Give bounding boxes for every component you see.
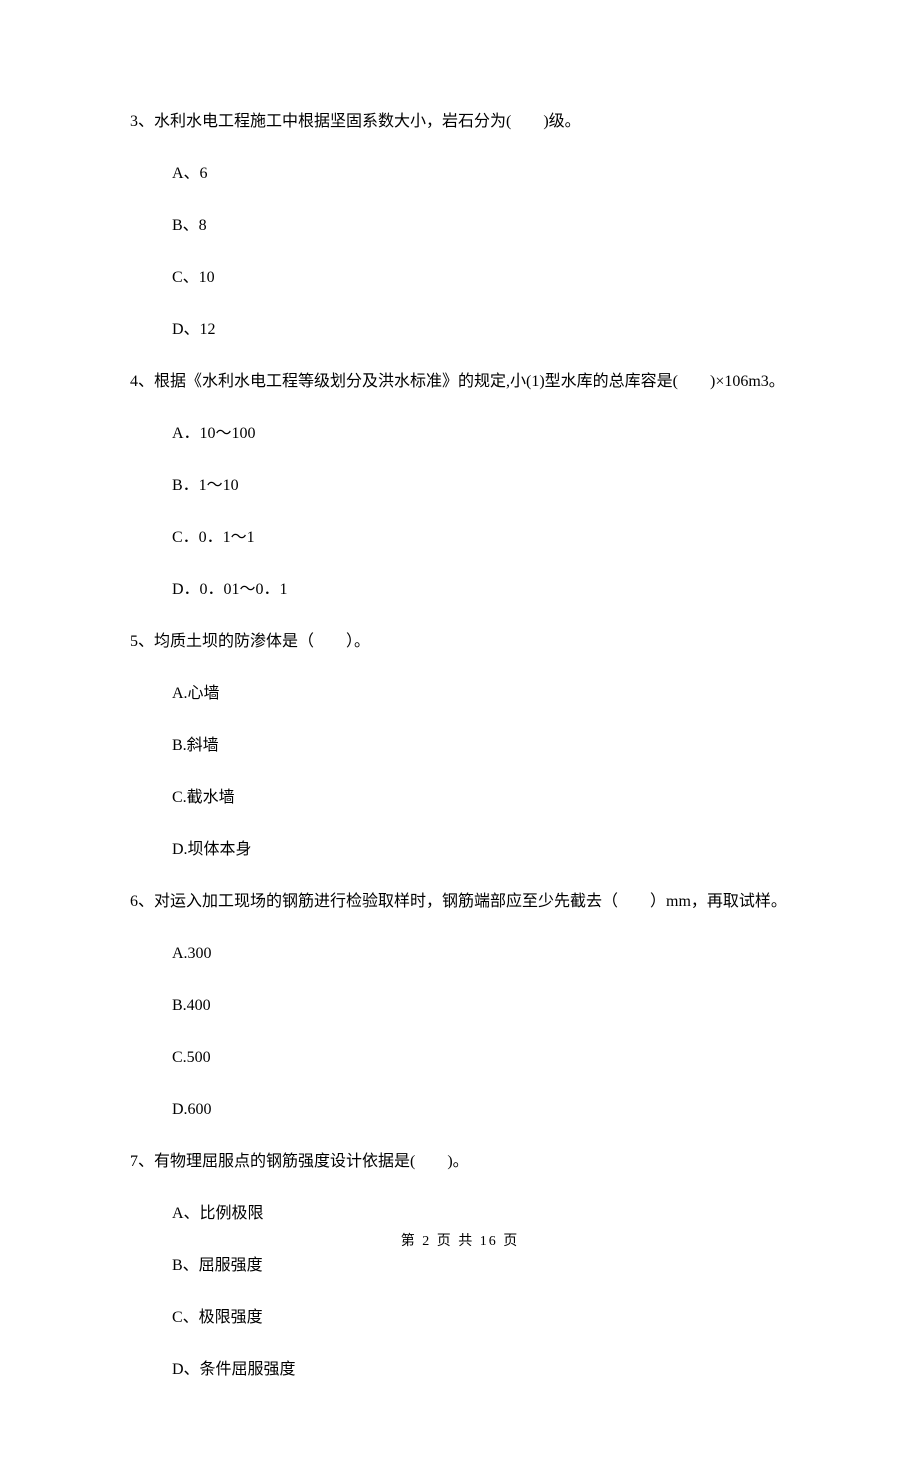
question-stem: 水利水电工程施工中根据坚固系数大小，岩石分为( )级。 [154, 113, 581, 130]
option-c: C．0．1～1 [130, 526, 795, 550]
option-b: B．1～10 [130, 474, 795, 498]
option-b: B.400 [130, 994, 795, 1018]
question-text: 7、有物理屈服点的钢筋强度设计依据是( )。 [130, 1150, 795, 1174]
question-number: 7、 [130, 1153, 154, 1170]
question-text: 4、根据《水利水电工程等级划分及洪水标准》的规定,小(1)型水库的总库容是( )… [130, 370, 795, 394]
option-a: A.300 [130, 942, 795, 966]
option-a: A、6 [130, 162, 795, 186]
question-number: 3、 [130, 113, 154, 130]
page-footer: 第 2 页 共 16 页 [0, 1231, 920, 1252]
question-number: 5、 [130, 633, 154, 650]
option-b: B、屈服强度 [130, 1254, 795, 1278]
option-c: C.500 [130, 1046, 795, 1070]
option-d: D.坝体本身 [130, 838, 795, 862]
option-a: A．10～100 [130, 422, 795, 446]
question-number: 4、 [130, 373, 154, 390]
question-7: 7、有物理屈服点的钢筋强度设计依据是( )。 A、比例极限 B、屈服强度 C、极… [130, 1150, 795, 1382]
question-stem: 有物理屈服点的钢筋强度设计依据是( )。 [154, 1153, 469, 1170]
option-a: A、比例极限 [130, 1202, 795, 1226]
question-4: 4、根据《水利水电工程等级划分及洪水标准》的规定,小(1)型水库的总库容是( )… [130, 370, 795, 602]
question-5: 5、均质土坝的防渗体是（ ）。 A.心墙 B.斜墙 C.截水墙 D.坝体本身 [130, 630, 795, 862]
option-b: B.斜墙 [130, 734, 795, 758]
question-stem: 对运入加工现场的钢筋进行检验取样时，钢筋端部应至少先截去（ ）mm，再取试样。 [154, 893, 787, 910]
question-text: 3、水利水电工程施工中根据坚固系数大小，岩石分为( )级。 [130, 110, 795, 134]
option-c: C、极限强度 [130, 1306, 795, 1330]
option-c: C、10 [130, 266, 795, 290]
question-text: 5、均质土坝的防渗体是（ ）。 [130, 630, 795, 654]
option-b: B、8 [130, 214, 795, 238]
option-d: D、12 [130, 318, 795, 342]
option-a: A.心墙 [130, 682, 795, 706]
option-d: D.600 [130, 1098, 795, 1122]
question-3: 3、水利水电工程施工中根据坚固系数大小，岩石分为( )级。 A、6 B、8 C、… [130, 110, 795, 342]
question-6: 6、对运入加工现场的钢筋进行检验取样时，钢筋端部应至少先截去（ ）mm，再取试样… [130, 890, 795, 1122]
question-stem: 均质土坝的防渗体是（ ）。 [154, 633, 370, 650]
option-c: C.截水墙 [130, 786, 795, 810]
question-text: 6、对运入加工现场的钢筋进行检验取样时，钢筋端部应至少先截去（ ）mm，再取试样… [130, 890, 795, 914]
question-number: 6、 [130, 893, 154, 910]
option-d: D．0．01～0．1 [130, 578, 795, 602]
option-d: D、条件屈服强度 [130, 1358, 795, 1382]
question-stem: 根据《水利水电工程等级划分及洪水标准》的规定,小(1)型水库的总库容是( )×1… [154, 373, 785, 390]
